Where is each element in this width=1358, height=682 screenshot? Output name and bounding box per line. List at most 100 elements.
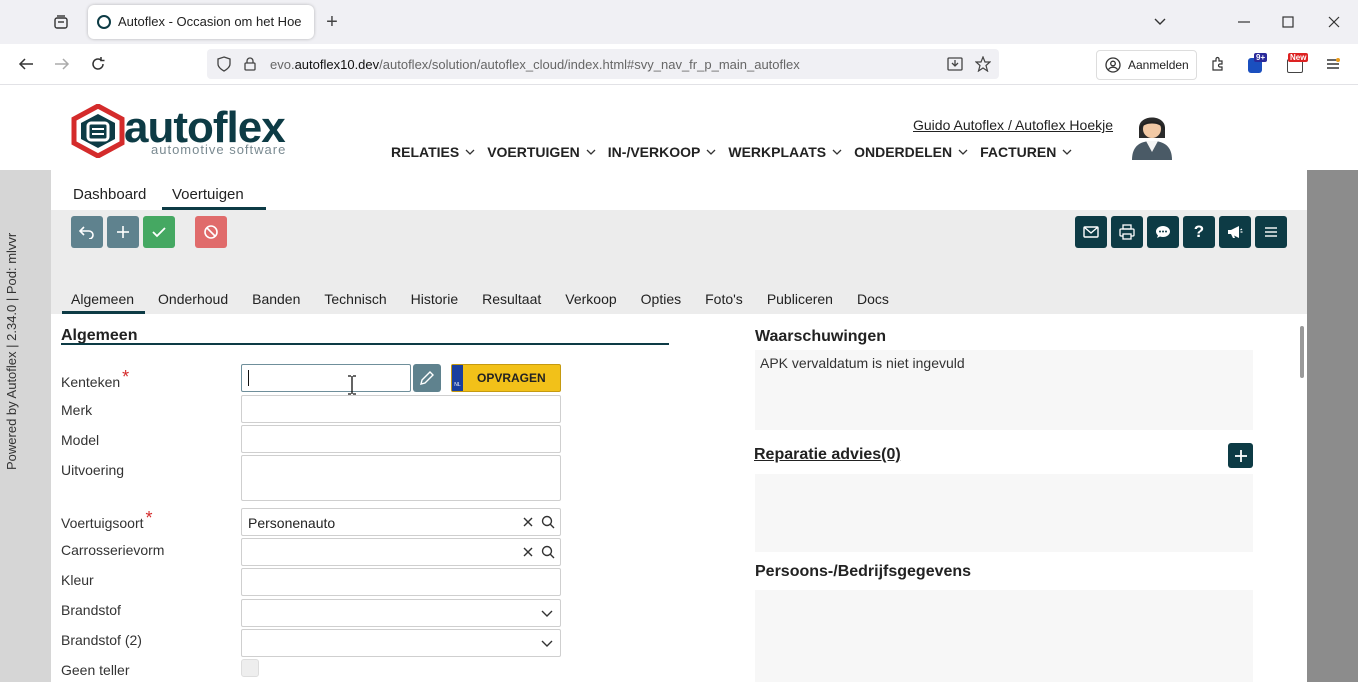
- edit-kenteken-button[interactable]: [413, 364, 441, 392]
- tab-fotos[interactable]: Foto's: [705, 291, 743, 307]
- plus-icon: [1234, 449, 1247, 462]
- plus-icon: [117, 226, 129, 238]
- autoflex-favicon-icon: [97, 15, 111, 29]
- extension-shield-icon[interactable]: 9+: [1245, 53, 1268, 75]
- hamburger-icon: [1265, 227, 1277, 237]
- carrosserievorm-input[interactable]: [241, 538, 561, 566]
- back-arrow-icon[interactable]: [14, 53, 38, 75]
- voertuigsoort-label: Voertuigsoort *: [61, 508, 153, 531]
- kenteken-label: Kenteken *: [61, 367, 130, 390]
- carrosserievorm-label: Carrosserievorm: [61, 542, 165, 558]
- geen-teller-label: Geen teller: [61, 662, 130, 678]
- bookmark-star-icon[interactable]: [973, 54, 993, 74]
- chevron-down-icon: [540, 638, 554, 650]
- add-reparatie-button[interactable]: [1228, 443, 1253, 468]
- brandstof-select[interactable]: [241, 599, 561, 627]
- powered-by-text: Powered by Autoflex | 2.34.0 | Pod: mlvv…: [4, 232, 19, 470]
- undo-button[interactable]: [71, 216, 103, 248]
- uitvoering-label: Uitvoering: [61, 462, 125, 478]
- menu-in-verkoop[interactable]: IN-/VERKOOP: [608, 144, 717, 160]
- left-sidebar: Powered by Autoflex | 2.34.0 | Pod: mlvv…: [0, 170, 51, 682]
- tab-historie[interactable]: Historie: [411, 291, 458, 307]
- search-icon[interactable]: [540, 514, 556, 530]
- cancel-button[interactable]: [195, 216, 227, 248]
- clear-x-icon[interactable]: [521, 515, 535, 529]
- content-scrollbar[interactable]: [1300, 326, 1304, 378]
- module-tabs: Dashboard Voertuigen: [51, 170, 1307, 210]
- section-algemeen-divider: [61, 343, 669, 345]
- shield-icon[interactable]: [215, 55, 233, 73]
- browser-tab-active[interactable]: Autoflex - Occasion om het Hoe: [88, 5, 314, 39]
- reparatie-advies-panel: [755, 474, 1253, 552]
- browser-menu-icon[interactable]: [1322, 53, 1344, 75]
- merk-label: Merk: [61, 402, 93, 418]
- extension-news-icon[interactable]: New: [1284, 53, 1309, 75]
- clear-x-icon[interactable]: [521, 545, 535, 559]
- brandstof2-select[interactable]: [241, 629, 561, 657]
- autoflex-logo-icon[interactable]: [70, 103, 126, 159]
- tab-dashboard[interactable]: Dashboard: [73, 186, 146, 203]
- print-button[interactable]: [1111, 216, 1143, 248]
- signin-button[interactable]: Aanmelden: [1096, 50, 1197, 80]
- search-icon[interactable]: [540, 544, 556, 560]
- tab-voertuigen[interactable]: Voertuigen: [172, 186, 244, 203]
- announcements-button[interactable]: [1219, 216, 1251, 248]
- close-window-icon[interactable]: [1322, 10, 1346, 34]
- add-button[interactable]: [107, 216, 139, 248]
- signin-label: Aanmelden: [1128, 58, 1189, 72]
- question-mark-icon: ?: [1193, 222, 1205, 241]
- chat-button[interactable]: [1147, 216, 1179, 248]
- save-page-icon[interactable]: [945, 54, 965, 74]
- extensions-puzzle-icon[interactable]: [1207, 53, 1229, 75]
- menu-facturen[interactable]: FACTUREN: [980, 144, 1072, 160]
- user-avatar-icon[interactable]: [1128, 108, 1176, 160]
- url-prefix: evo.: [270, 57, 295, 72]
- url-text: evo.autoflex10.dev/autoflex/solution/aut…: [270, 57, 800, 72]
- tab-overflow-chevron-icon[interactable]: [1148, 10, 1172, 34]
- tab-verkoop[interactable]: Verkoop: [565, 291, 616, 307]
- uitvoering-input[interactable]: [241, 455, 561, 501]
- tab-resultaat[interactable]: Resultaat: [482, 291, 541, 307]
- tab-docs[interactable]: Docs: [857, 291, 889, 307]
- opvragen-label: OPVRAGEN: [477, 371, 546, 385]
- tab-onderhoud[interactable]: Onderhoud: [158, 291, 228, 307]
- opvragen-button[interactable]: NL OPVRAGEN: [451, 364, 561, 392]
- maximize-window-icon[interactable]: [1276, 10, 1300, 34]
- check-icon: [152, 227, 166, 238]
- ibeam-cursor-icon: [346, 375, 358, 395]
- lock-icon[interactable]: [241, 55, 259, 73]
- kenteken-input[interactable]: [241, 364, 411, 392]
- url-bar[interactable]: evo.autoflex10.dev/autoflex/solution/aut…: [207, 49, 999, 79]
- record-tabs: Algemeen Onderhoud Banden Technisch Hist…: [71, 291, 889, 307]
- geen-teller-checkbox[interactable]: [241, 659, 259, 677]
- reload-icon[interactable]: [86, 53, 110, 75]
- ban-icon: [204, 225, 218, 239]
- user-company-link[interactable]: Guido Autoflex / Autoflex Hoekje: [913, 117, 1113, 133]
- kleur-input[interactable]: [241, 568, 561, 596]
- forward-arrow-icon[interactable]: [50, 53, 74, 75]
- hamburger-menu-button[interactable]: [1255, 216, 1287, 248]
- new-tab-plus-icon[interactable]: +: [320, 10, 344, 34]
- tab-publiceren[interactable]: Publiceren: [767, 291, 833, 307]
- tab-algemeen[interactable]: Algemeen: [71, 291, 134, 307]
- menu-werkplaats[interactable]: WERKPLAATS: [728, 144, 842, 160]
- tab-technisch[interactable]: Technisch: [324, 291, 386, 307]
- save-button[interactable]: [143, 216, 175, 248]
- model-input[interactable]: [241, 425, 561, 453]
- chevron-down-icon: [540, 608, 554, 620]
- tab-list-icon[interactable]: [48, 10, 74, 34]
- voertuigsoort-input[interactable]: Personenauto: [241, 508, 561, 536]
- merk-input[interactable]: [241, 395, 561, 423]
- email-button[interactable]: [1075, 216, 1107, 248]
- reparatie-advies-link[interactable]: Reparatie advies(0): [754, 446, 901, 464]
- tab-banden[interactable]: Banden: [252, 291, 300, 307]
- help-button[interactable]: ?: [1183, 216, 1215, 248]
- minimize-window-icon[interactable]: [1232, 10, 1256, 34]
- tab-title: Autoflex - Occasion om het Hoe: [118, 14, 302, 29]
- tab-opties[interactable]: Opties: [641, 291, 681, 307]
- menu-onderdelen[interactable]: ONDERDELEN: [854, 144, 968, 160]
- kleur-label: Kleur: [61, 572, 94, 588]
- menu-voertuigen[interactable]: VOERTUIGEN: [487, 144, 596, 160]
- nl-flag-badge: NL: [452, 365, 463, 391]
- menu-relaties[interactable]: RELATIES: [391, 144, 475, 160]
